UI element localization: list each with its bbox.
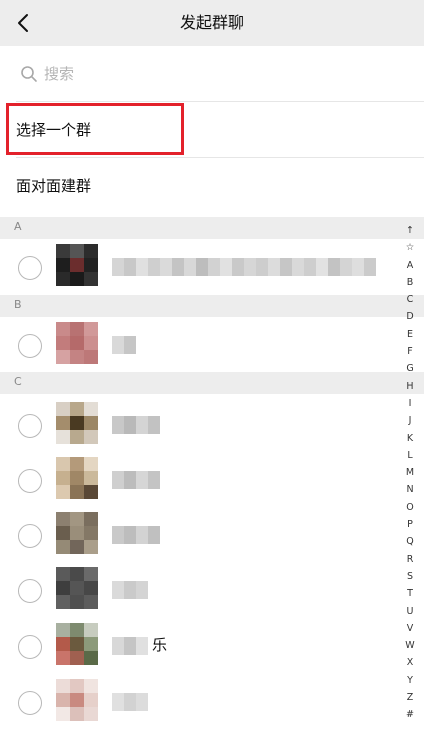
- contact-item[interactable]: [0, 563, 396, 619]
- section-header-a: A: [0, 217, 424, 239]
- alphabet-index-bar[interactable]: ↑ ☆ A B C D E F G H I J K L M N O P Q R S T U V W X Y Z #: [400, 222, 420, 724]
- contact-item[interactable]: 乐: [0, 619, 396, 675]
- select-radio[interactable]: [18, 579, 42, 603]
- contact-name-obscured: [112, 258, 376, 276]
- index-letter[interactable]: T: [407, 585, 413, 602]
- index-letter[interactable]: U: [407, 603, 414, 620]
- contact-name-suffix: 乐: [152, 636, 168, 654]
- index-letter[interactable]: V: [407, 620, 414, 637]
- page-title: 发起群聊: [179, 13, 244, 32]
- index-letter[interactable]: W: [405, 637, 414, 654]
- select-radio[interactable]: [18, 691, 42, 715]
- contact-item[interactable]: [0, 240, 396, 296]
- section-header-c: C: [0, 372, 424, 394]
- index-letter[interactable]: L: [407, 447, 412, 464]
- face-to-face-group-option[interactable]: 面对面建群: [0, 158, 424, 214]
- contact-name-obscured: [112, 336, 136, 354]
- contact-item[interactable]: [0, 675, 396, 731]
- search-input[interactable]: [44, 62, 384, 86]
- avatar: [56, 322, 98, 364]
- index-letter[interactable]: ☆: [406, 239, 415, 256]
- select-group-option[interactable]: 选择一个群: [0, 102, 424, 158]
- index-letter[interactable]: O: [406, 499, 413, 516]
- contact-item[interactable]: [0, 398, 396, 454]
- index-letter[interactable]: J: [409, 412, 412, 429]
- index-letter[interactable]: N: [406, 481, 413, 498]
- avatar: [56, 567, 98, 609]
- index-letter[interactable]: B: [407, 274, 414, 291]
- index-letter[interactable]: G: [406, 360, 413, 377]
- index-letter[interactable]: D: [406, 308, 413, 325]
- select-radio[interactable]: [18, 469, 42, 493]
- index-letter[interactable]: R: [407, 551, 414, 568]
- contact-item[interactable]: [0, 453, 396, 509]
- top-bar: 发起群聊: [0, 0, 424, 46]
- index-letter[interactable]: C: [407, 291, 414, 308]
- avatar: [56, 402, 98, 444]
- avatar: [56, 457, 98, 499]
- index-letter[interactable]: X: [407, 654, 414, 671]
- select-radio[interactable]: [18, 635, 42, 659]
- index-letter[interactable]: Y: [407, 672, 413, 689]
- contact-name-obscured: [112, 416, 160, 434]
- index-letter[interactable]: ↑: [406, 222, 414, 239]
- section-letter: B: [14, 298, 22, 311]
- contact-name-obscured: [112, 581, 148, 599]
- avatar: [56, 623, 98, 665]
- contact-item[interactable]: [0, 508, 396, 564]
- index-letter[interactable]: H: [406, 378, 413, 395]
- select-radio[interactable]: [18, 524, 42, 548]
- option-label: 面对面建群: [16, 177, 92, 195]
- search-icon: [21, 66, 37, 82]
- index-letter[interactable]: M: [406, 464, 414, 481]
- index-letter[interactable]: S: [407, 568, 413, 585]
- section-letter: A: [14, 220, 22, 233]
- section-letter: C: [14, 375, 22, 388]
- index-letter[interactable]: I: [409, 395, 412, 412]
- select-radio[interactable]: [18, 334, 42, 358]
- index-letter[interactable]: F: [407, 343, 412, 360]
- index-letter[interactable]: P: [407, 516, 413, 533]
- search-bar[interactable]: [0, 46, 424, 102]
- contact-name-obscured: [112, 471, 160, 489]
- index-letter[interactable]: Q: [406, 533, 413, 550]
- avatar: [56, 679, 98, 721]
- contact-name-obscured: [112, 526, 160, 544]
- select-radio[interactable]: [18, 414, 42, 438]
- index-letter[interactable]: #: [406, 706, 414, 723]
- option-label: 选择一个群: [16, 121, 92, 139]
- avatar: [56, 244, 98, 286]
- contact-name-obscured: [112, 693, 148, 711]
- select-radio[interactable]: [18, 256, 42, 280]
- avatar: [56, 512, 98, 554]
- section-header-b: B: [0, 295, 424, 317]
- index-letter[interactable]: E: [407, 326, 413, 343]
- contact-name-obscured: [112, 637, 148, 655]
- index-letter[interactable]: Z: [407, 689, 414, 706]
- index-letter[interactable]: K: [407, 430, 413, 447]
- index-letter[interactable]: A: [407, 257, 414, 274]
- contact-item[interactable]: [0, 318, 396, 374]
